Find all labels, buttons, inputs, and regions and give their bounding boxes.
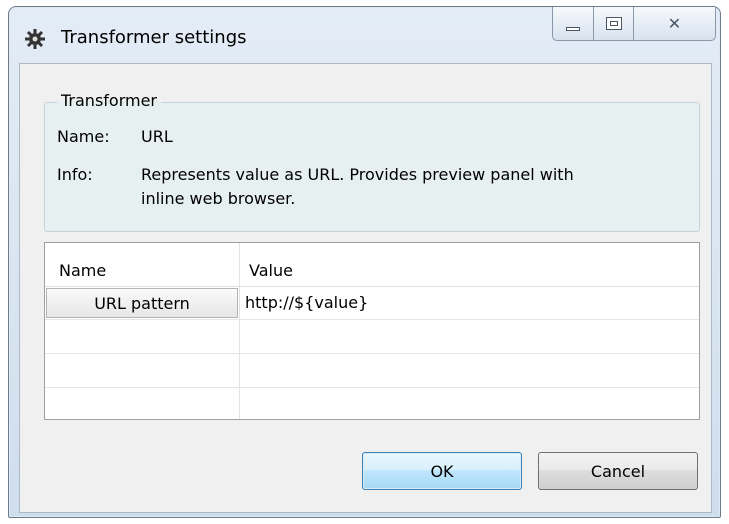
title-bar[interactable]: Transformer settings ✕ bbox=[9, 7, 720, 63]
maximize-icon bbox=[605, 17, 622, 30]
column-header-name[interactable]: Name bbox=[59, 261, 106, 280]
minimize-button[interactable] bbox=[552, 7, 594, 41]
window-title: Transformer settings bbox=[61, 27, 247, 48]
gear-icon bbox=[25, 29, 45, 49]
info-text-line1: Represents value as URL. Provides previe… bbox=[141, 165, 574, 184]
close-button[interactable]: ✕ bbox=[634, 7, 716, 41]
name-label: Name: bbox=[57, 127, 110, 146]
minimize-icon bbox=[566, 26, 580, 31]
transformer-group: Transformer Name: URL Info: Represents v… bbox=[44, 91, 700, 232]
cancel-button[interactable]: Cancel bbox=[538, 452, 698, 490]
group-legend: Transformer bbox=[57, 91, 162, 110]
column-divider[interactable] bbox=[239, 243, 240, 419]
row-divider bbox=[45, 319, 699, 320]
transformer-settings-dialog: Transformer settings ✕ Transformer Name:… bbox=[8, 6, 721, 518]
header-divider bbox=[45, 286, 699, 287]
ok-button[interactable]: OK bbox=[362, 452, 522, 490]
maximize-button[interactable] bbox=[594, 7, 634, 41]
dialog-body: Transformer Name: URL Info: Represents v… bbox=[19, 63, 712, 513]
row-divider bbox=[45, 387, 699, 388]
properties-table: Name Value URL pattern http://${value} bbox=[44, 242, 700, 420]
column-header-value[interactable]: Value bbox=[249, 261, 293, 280]
info-text-line2: inline web browser. bbox=[141, 189, 296, 208]
row-value-cell[interactable]: http://${value} bbox=[245, 293, 368, 312]
table-header: Name Value bbox=[45, 243, 699, 287]
window-controls: ✕ bbox=[552, 7, 716, 43]
name-value: URL bbox=[141, 127, 173, 146]
row-divider bbox=[45, 353, 699, 354]
row-name-cell[interactable]: URL pattern bbox=[46, 288, 238, 318]
info-label: Info: bbox=[57, 165, 93, 184]
close-icon: ✕ bbox=[667, 14, 682, 33]
